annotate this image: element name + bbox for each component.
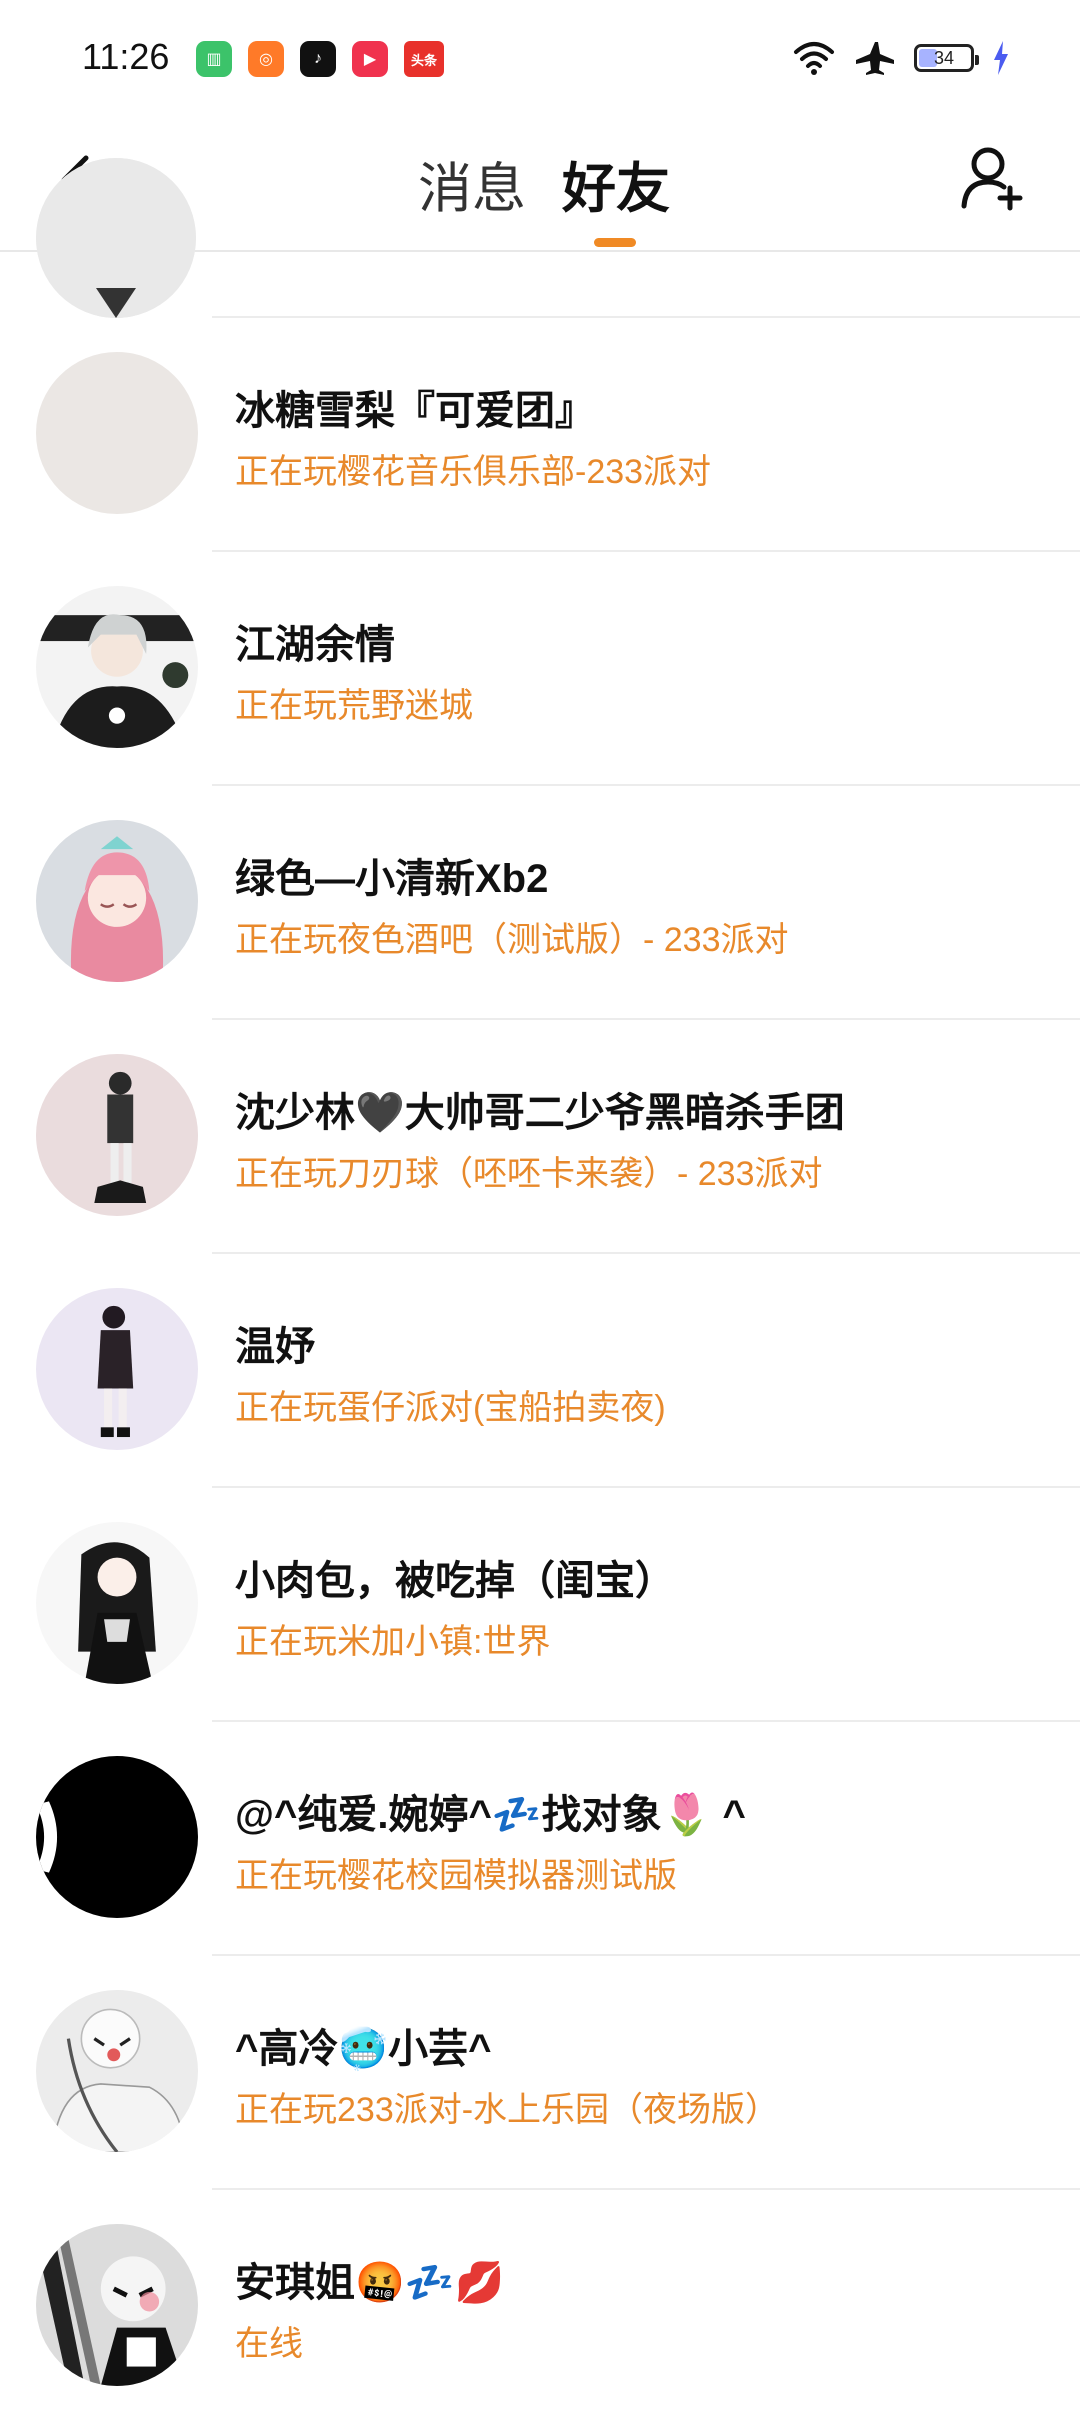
tab-friends[interactable]: 好友 <box>562 144 670 223</box>
friend-name: 冰糖雪梨『可爱团』 <box>235 389 595 433</box>
divider <box>212 1252 1080 1254</box>
friend-status: 正在玩荒野迷城 <box>235 687 473 725</box>
notification-app-icons: ▥ ◎ ♪ ▶ 头条 <box>196 41 444 77</box>
friend-name: ^高冷🥶小芸^ <box>235 2027 492 2071</box>
avatar <box>36 586 198 748</box>
market-app-icon: ▥ <box>196 41 232 77</box>
friend-name: 小肉包，被吃掉（闺宝） <box>235 1559 675 1603</box>
list-item[interactable]: 江湖余情 正在玩荒野迷城 <box>0 550 1080 784</box>
friend-status: 正在玩米加小镇:世界 <box>235 1623 551 1661</box>
friend-status: 正在玩蛋仔派对(宝船拍卖夜) <box>235 1389 666 1427</box>
friend-name: 温妤 <box>235 1325 315 1369</box>
list-item[interactable]: @^纯爱.婉婷^💤找对象🌷 ^ 正在玩樱花校园模拟器测试版 <box>0 1720 1080 1954</box>
divider <box>212 1720 1080 1722</box>
battery-icon: 34 <box>914 44 979 72</box>
add-user-icon <box>961 147 1023 211</box>
video-app-icon: ◎ <box>248 41 284 77</box>
wifi-icon <box>794 42 834 75</box>
battery-level: 34 <box>933 47 955 68</box>
airplane-icon <box>856 42 894 75</box>
divider <box>212 1486 1080 1488</box>
avatar <box>36 1756 198 1918</box>
list-item-partial[interactable] <box>0 158 1080 318</box>
friend-status: 正在玩233派对-水上乐园（夜场版） <box>235 2091 780 2129</box>
friend-name: @^纯爱.婉婷^💤找对象🌷 ^ <box>235 1793 746 1837</box>
divider <box>212 2188 1080 2190</box>
avatar <box>36 1054 198 1216</box>
add-friend-button[interactable] <box>958 142 1028 212</box>
friend-status: 正在玩樱花音乐俱乐部-233派对 <box>235 453 712 491</box>
friend-name: 安琪姐🤬💤💋 <box>235 2261 505 2305</box>
avatar <box>36 2224 198 2386</box>
divider <box>212 1954 1080 1956</box>
divider <box>212 316 1080 318</box>
avatar <box>36 1522 198 1684</box>
list-item[interactable]: 沈少林🖤大帅哥二少爷黑暗杀手团 正在玩刀刃球（呸呸卡来袭）- 233派对 <box>0 1018 1080 1252</box>
avatar <box>36 158 196 318</box>
status-bar: 11:26 ▥ ◎ ♪ ▶ 头条 34 <box>0 0 1080 120</box>
friend-name: 江湖余情 <box>235 623 395 667</box>
friend-list: 冰糖雪梨『可爱团』 正在玩樱花音乐俱乐部-233派对 江湖余情 正在玩荒野迷城 <box>0 158 1080 2422</box>
avatar <box>36 820 198 982</box>
play-app-icon: ▶ <box>352 41 388 77</box>
friend-status: 正在玩夜色酒吧（测试版）- 233派对 <box>235 921 789 959</box>
list-item[interactable]: ^高冷🥶小芸^ 正在玩233派对-水上乐园（夜场版） <box>0 1954 1080 2188</box>
list-item[interactable]: 冰糖雪梨『可爱团』 正在玩樱花音乐俱乐部-233派对 <box>0 316 1080 550</box>
list-item[interactable]: 安琪姐🤬💤💋 在线 <box>0 2188 1080 2422</box>
divider <box>212 550 1080 552</box>
friend-status: 正在玩樱花校园模拟器测试版 <box>235 1857 677 1895</box>
status-time: 11:26 <box>82 36 170 77</box>
friend-name: 绿色—小清新Xb2 <box>235 857 549 901</box>
divider <box>212 1018 1080 1020</box>
divider <box>212 784 1080 786</box>
friend-status: 在线 <box>235 2325 303 2363</box>
friend-name: 沈少林🖤大帅哥二少爷黑暗杀手团 <box>235 1091 845 1135</box>
avatar <box>36 1288 198 1450</box>
list-item[interactable]: 小肉包，被吃掉（闺宝） 正在玩米加小镇:世界 <box>0 1486 1080 1720</box>
tab-messages[interactable]: 消息 <box>418 144 526 223</box>
avatar <box>36 352 198 514</box>
friend-status: 正在玩刀刃球（呸呸卡来袭）- 233派对 <box>235 1155 823 1193</box>
douyin-app-icon: ♪ <box>300 41 336 77</box>
avatar <box>36 1990 198 2152</box>
active-tab-indicator <box>594 238 636 247</box>
list-item[interactable]: 绿色—小清新Xb2 正在玩夜色酒吧（测试版）- 233派对 <box>0 784 1080 1018</box>
charging-icon <box>994 41 1008 75</box>
list-item[interactable]: 温妤 正在玩蛋仔派对(宝船拍卖夜) <box>0 1252 1080 1486</box>
toutiao-app-icon: 头条 <box>404 41 444 77</box>
